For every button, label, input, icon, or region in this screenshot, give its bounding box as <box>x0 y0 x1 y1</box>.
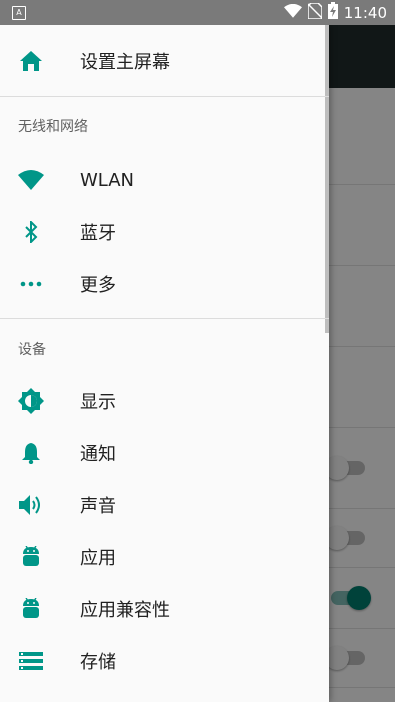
wifi-icon <box>18 167 44 193</box>
drawer-item-storage[interactable]: 存储 <box>0 635 329 687</box>
drawer-item-more[interactable]: 更多 <box>0 258 329 310</box>
android-icon <box>18 544 44 570</box>
bluetooth-icon <box>18 219 44 245</box>
drawer-item-bluetooth[interactable]: 蓝牙 <box>0 206 329 258</box>
drawer-item-home[interactable]: 设置主屏幕 <box>0 35 329 87</box>
brightness-icon <box>18 388 44 414</box>
drawer-item-sound[interactable]: 声音 <box>0 479 329 531</box>
drawer-item-label: 蓝牙 <box>80 223 116 244</box>
divider <box>0 318 329 319</box>
drawer-item-label: 声音 <box>80 496 116 517</box>
navigation-drawer: 设置主屏幕 无线和网络 WLAN 蓝牙 更多 设备 显示 通知 声音 应用 应用… <box>0 25 329 702</box>
drawer-item-label: 更多 <box>80 275 116 296</box>
battery-charging-icon <box>327 2 338 23</box>
drawer-item-label: 存储 <box>80 652 116 673</box>
drawer-item-label: 应用兼容性 <box>80 600 170 621</box>
drawer-item-label: WLAN <box>80 169 135 191</box>
wifi-icon <box>283 3 302 22</box>
drawer-item-display[interactable]: 显示 <box>0 375 329 427</box>
home-icon <box>18 48 44 74</box>
status-time: 11:40 <box>343 3 387 22</box>
section-header-wireless: 无线和网络 <box>18 119 88 135</box>
drawer-item-label: 通知 <box>80 444 116 465</box>
drawer-item-wlan[interactable]: WLAN <box>0 154 329 206</box>
section-header-device: 设备 <box>18 342 46 358</box>
more-horiz-icon <box>18 271 44 297</box>
drawer-item-app-compatibility[interactable]: 应用兼容性 <box>0 583 329 635</box>
bell-icon <box>18 440 44 466</box>
drawer-item-apps[interactable]: 应用 <box>0 531 329 583</box>
no-sim-icon <box>307 1 323 23</box>
notification-app-icon: A <box>12 6 26 20</box>
drawer-item-notifications[interactable]: 通知 <box>0 427 329 479</box>
drawer-item-label: 设置主屏幕 <box>80 52 170 73</box>
storage-icon <box>18 648 44 674</box>
divider <box>0 96 329 97</box>
drawer-item-label: 应用 <box>80 548 116 569</box>
android-icon <box>18 596 44 622</box>
drawer-item-label: 显示 <box>80 392 116 413</box>
volume-icon <box>18 492 44 518</box>
status-bar: A 11:40 <box>0 0 395 25</box>
